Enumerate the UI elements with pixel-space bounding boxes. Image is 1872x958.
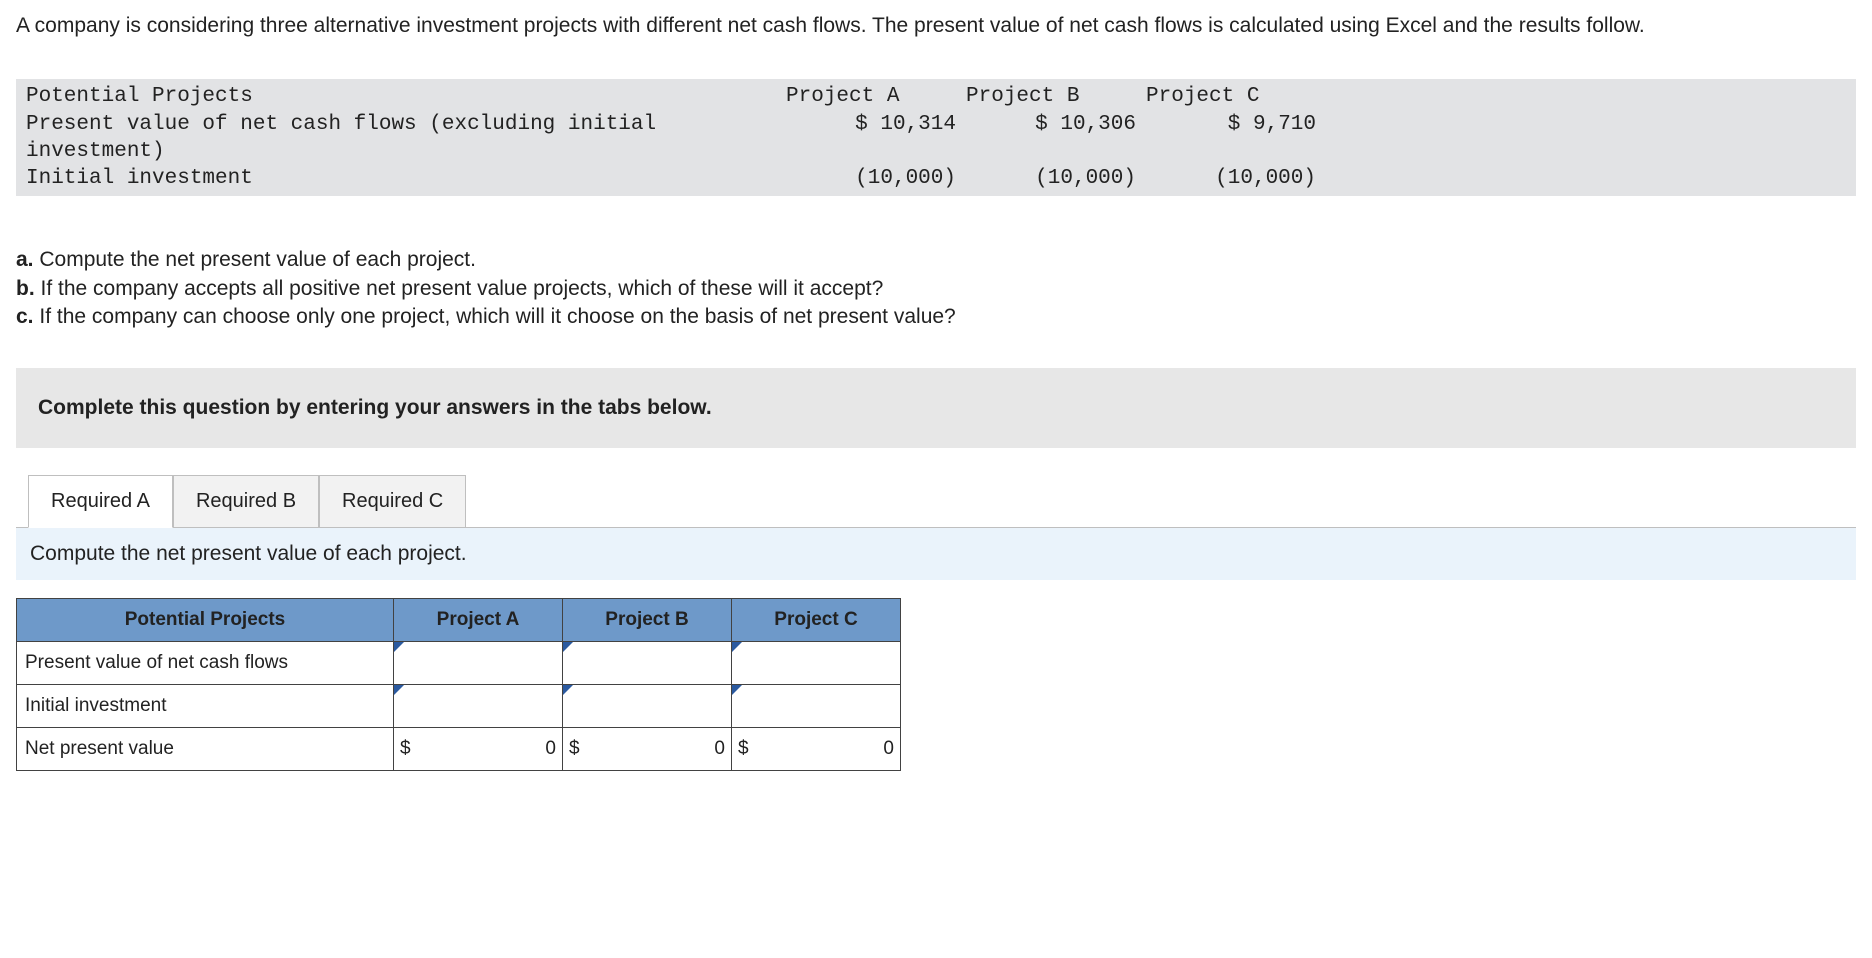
input-marker-icon	[732, 685, 742, 695]
intro-text: A company is considering three alternati…	[16, 12, 1856, 39]
mono-init-label: Initial investment	[26, 165, 786, 192]
cell-npv-c: $ 0	[732, 727, 901, 770]
input-marker-icon	[563, 685, 573, 695]
th-project-b: Project B	[563, 598, 732, 641]
dollar-sign: $	[569, 738, 580, 760]
mono-header-label: Potential Projects	[26, 83, 786, 110]
tab-subprompt: Compute the net present value of each pr…	[16, 527, 1856, 580]
th-project-c: Project C	[732, 598, 901, 641]
question-c: If the company can choose only one proje…	[39, 305, 955, 328]
tab-required-a[interactable]: Required A	[28, 475, 173, 528]
prompt-bar: Complete this question by entering your …	[16, 368, 1856, 448]
input-init-a[interactable]	[394, 684, 563, 727]
tab-required-c[interactable]: Required C	[319, 475, 466, 528]
input-pv-a[interactable]	[394, 641, 563, 684]
input-pv-c[interactable]	[732, 641, 901, 684]
mono-init-b: (10,000)	[966, 165, 1146, 192]
mono-col-header-c: Project C	[1146, 83, 1326, 110]
mono-pv-a: $ 10,314	[786, 111, 966, 166]
mono-init-c: (10,000)	[1146, 165, 1326, 192]
mono-col-header-a: Project A	[786, 83, 966, 110]
th-project-a: Project A	[394, 598, 563, 641]
question-list: a. Compute the net present value of each…	[16, 246, 1856, 331]
input-marker-icon	[732, 642, 742, 652]
input-init-c[interactable]	[732, 684, 901, 727]
tabs-row: Required A Required B Required C	[28, 474, 1856, 527]
mono-pv-c: $ 9,710	[1146, 111, 1326, 166]
cell-npv-a: $ 0	[394, 727, 563, 770]
npv-value-c: 0	[749, 738, 894, 760]
given-data-block: Potential Projects Project A Project B P…	[16, 79, 1856, 196]
answer-table: Potential Projects Project A Project B P…	[16, 598, 901, 771]
mono-init-a: (10,000)	[786, 165, 966, 192]
input-init-b[interactable]	[563, 684, 732, 727]
mono-col-header-b: Project B	[966, 83, 1146, 110]
question-a: Compute the net present value of each pr…	[39, 248, 476, 271]
dollar-sign: $	[400, 738, 411, 760]
npv-value-b: 0	[580, 738, 725, 760]
question-b: If the company accepts all positive net …	[41, 277, 884, 300]
cell-npv-b: $ 0	[563, 727, 732, 770]
input-marker-icon	[563, 642, 573, 652]
row-pv-label: Present value of net cash flows	[17, 641, 394, 684]
row-init-label: Initial investment	[17, 684, 394, 727]
row-npv-label: Net present value	[17, 727, 394, 770]
th-potential-projects: Potential Projects	[17, 598, 394, 641]
mono-pv-b: $ 10,306	[966, 111, 1146, 166]
tab-required-b[interactable]: Required B	[173, 475, 319, 528]
dollar-sign: $	[738, 738, 749, 760]
npv-value-a: 0	[411, 738, 556, 760]
mono-pv-label: Present value of net cash flows (excludi…	[26, 111, 786, 166]
input-pv-b[interactable]	[563, 641, 732, 684]
input-marker-icon	[394, 642, 404, 652]
input-marker-icon	[394, 685, 404, 695]
